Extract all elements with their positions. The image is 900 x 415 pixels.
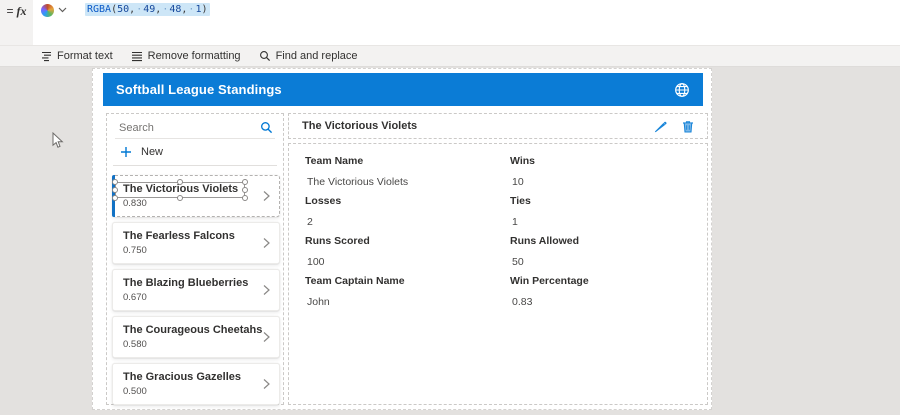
plus-icon: [120, 146, 132, 158]
field-label: Win Percentage: [510, 275, 691, 287]
find-and-replace-button[interactable]: Find and replace: [255, 46, 362, 66]
field-value: 1: [512, 216, 691, 228]
detail-header: The Victorious Violets: [288, 113, 708, 139]
find-and-replace-label: Find and replace: [276, 50, 358, 62]
chevron-right-icon[interactable]: [263, 379, 270, 390]
field-label: Runs Scored: [305, 235, 510, 247]
app-header: Softball League Standings: [103, 73, 703, 106]
team-gallery: The Victorious Violets 0.830: [112, 175, 280, 405]
form-field: Runs Allowed 50: [510, 235, 691, 275]
form-field: Ties 1: [510, 195, 691, 235]
search-input[interactable]: [117, 121, 260, 135]
field-label: Losses: [305, 195, 510, 207]
field-label: Wins: [510, 155, 691, 167]
chevron-down-icon[interactable]: [58, 7, 67, 13]
field-label: Team Captain Name: [305, 275, 510, 287]
formula-token: 49: [143, 4, 155, 15]
form-field: Team Captain Name John: [305, 275, 510, 315]
field-label: Runs Allowed: [510, 235, 691, 247]
delete-trash-icon[interactable]: [682, 120, 694, 133]
list-item-value: 0.580: [123, 339, 269, 350]
fx-icon: fx: [17, 4, 27, 45]
new-button[interactable]: New: [113, 139, 277, 166]
formula-bar: = fx RGBA(50,·49,·48,·1): [0, 0, 900, 46]
format-text-button[interactable]: Format text: [36, 46, 117, 66]
list-item-title: The Courageous Cheetahs: [123, 324, 269, 337]
list-item-title: The Blazing Blueberries: [123, 277, 269, 290]
form-field: Win Percentage 0.83: [510, 275, 691, 315]
formula-token: ): [201, 4, 207, 15]
find-icon: [259, 50, 271, 62]
selection-handle[interactable]: [242, 195, 248, 201]
field-value: 100: [307, 256, 510, 268]
field-value: John: [307, 296, 510, 308]
field-value: 2: [307, 216, 510, 228]
formula-token: 48: [169, 4, 181, 15]
mouse-cursor-icon: [52, 132, 64, 149]
new-button-label: New: [141, 146, 163, 158]
remove-formatting-button[interactable]: Remove formatting: [127, 46, 245, 66]
list-item-title: The Gracious Gazelles: [123, 371, 269, 384]
app-title: Softball League Standings: [116, 82, 282, 97]
detail-title: The Victorious Violets: [302, 120, 417, 132]
formula-input[interactable]: RGBA(50,·49,·48,·1): [33, 0, 900, 45]
formula-token: RGBA: [87, 4, 111, 15]
selection-handle[interactable]: [112, 195, 118, 201]
formula-gutter: = fx: [0, 0, 33, 45]
list-item[interactable]: The Courageous Cheetahs 0.580: [112, 316, 280, 358]
chevron-right-icon[interactable]: [263, 238, 270, 249]
selection-handle[interactable]: [177, 179, 183, 185]
app-canvas: Softball League Standings New: [92, 68, 712, 410]
list-item-value: 0.670: [123, 292, 269, 303]
selection-handle[interactable]: [112, 179, 118, 185]
list-item[interactable]: The Victorious Violets 0.830: [112, 175, 280, 217]
field-value: 10: [512, 176, 691, 188]
detail-form-panel: Team Name The Victorious Violets Wins 10…: [288, 143, 708, 405]
chevron-right-icon[interactable]: [263, 285, 270, 296]
remove-formatting-label: Remove formatting: [148, 50, 241, 62]
chevron-right-icon[interactable]: [263, 332, 270, 343]
form-field: Losses 2: [305, 195, 510, 235]
format-text-icon: [40, 51, 52, 62]
formula-toolbar: Format text Remove formatting Find and r…: [0, 46, 900, 67]
formula-expression[interactable]: RGBA(50,·49,·48,·1): [85, 3, 210, 17]
form-field: Runs Scored 100: [305, 235, 510, 275]
form-field: Team Name The Victorious Violets: [305, 155, 510, 195]
selection-handle[interactable]: [112, 187, 118, 193]
equals-icon: =: [6, 4, 13, 45]
formula-selection: RGBA(50,·49,·48,·1): [85, 3, 210, 16]
detail-form-grid: Team Name The Victorious Violets Wins 10…: [305, 155, 691, 315]
team-list-panel: New The Victorious Violets: [106, 113, 284, 405]
list-item-value: 0.750: [123, 245, 269, 256]
list-item[interactable]: The Fearless Falcons 0.750: [112, 222, 280, 264]
list-item[interactable]: The Gracious Gazelles 0.500: [112, 363, 280, 405]
power-fx-icon[interactable]: [41, 4, 54, 17]
selection-box[interactable]: [115, 182, 245, 198]
field-label: Team Name: [305, 155, 510, 167]
globe-icon[interactable]: [674, 82, 690, 98]
search-icon[interactable]: [260, 121, 273, 134]
list-item[interactable]: The Blazing Blueberries 0.670: [112, 269, 280, 311]
detail-actions: [654, 120, 694, 133]
field-value: 50: [512, 256, 691, 268]
selection-handle[interactable]: [177, 195, 183, 201]
field-label: Ties: [510, 195, 691, 207]
list-item-value: 0.500: [123, 386, 269, 397]
chevron-right-icon[interactable]: [263, 191, 270, 202]
field-value: The Victorious Violets: [307, 176, 510, 188]
field-value: 0.83: [512, 296, 691, 308]
remove-formatting-icon: [131, 51, 143, 62]
form-field: Wins 10: [510, 155, 691, 195]
selection-handle[interactable]: [242, 187, 248, 193]
list-item-title: The Fearless Falcons: [123, 230, 269, 243]
search-box: [115, 117, 275, 139]
format-text-label: Format text: [57, 50, 113, 62]
selection-handle[interactable]: [242, 179, 248, 185]
formula-token: 50: [117, 4, 129, 15]
edit-pencil-icon[interactable]: [654, 120, 667, 133]
